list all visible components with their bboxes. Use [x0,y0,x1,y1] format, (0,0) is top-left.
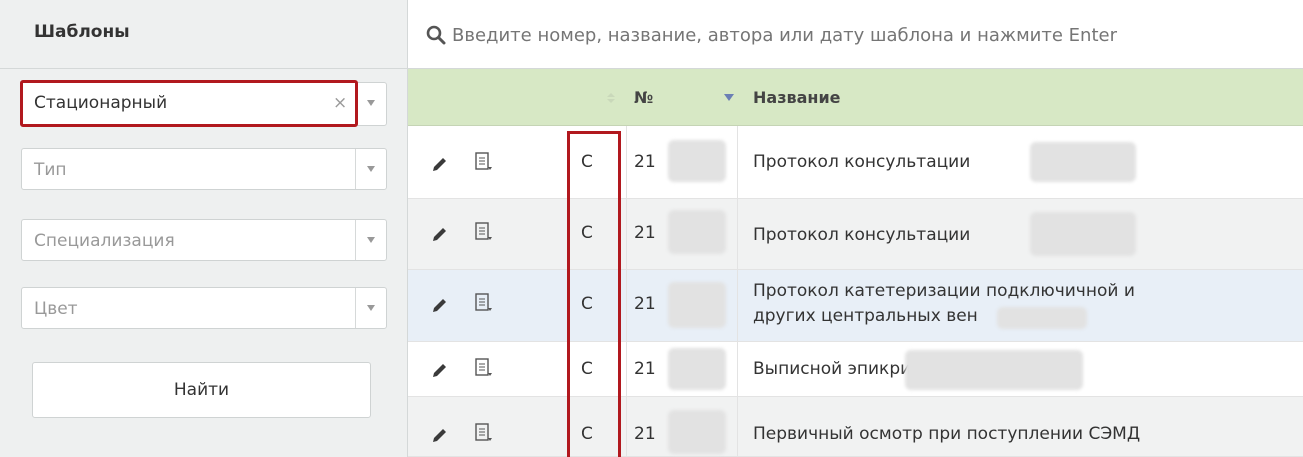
column-header-number[interactable]: № [634,88,653,107]
highlight-frame [567,131,621,457]
color-placeholder: Цвет [34,299,78,319]
specialization-select[interactable]: Специализация [21,219,387,261]
dropdown-arrow[interactable] [355,83,386,123]
row-name[interactable]: Выписной эпикриз [753,359,920,379]
find-button[interactable]: Найти [32,362,371,418]
sort-desc-icon[interactable] [724,94,734,102]
pencil-icon[interactable] [430,362,448,380]
redacted-block [668,410,726,454]
redacted-block [1030,142,1136,182]
search-icon [426,25,446,45]
redacted-block [668,140,726,182]
redacted-block [1030,212,1136,256]
pencil-icon[interactable] [430,297,448,315]
pencil-icon[interactable] [430,427,448,445]
document-icon[interactable] [475,423,493,443]
document-icon[interactable] [475,293,493,313]
column-header-name[interactable]: Название [753,88,841,107]
row-number: 21 [634,223,656,243]
redacted-block [668,282,726,328]
row-number: 21 [634,294,656,314]
pencil-icon[interactable] [430,226,448,244]
sort-icon[interactable] [607,93,615,103]
chevron-down-icon [367,237,375,243]
row-number: 21 [634,424,656,444]
row-name[interactable]: Протокол консультации [753,225,970,245]
redacted-block [668,348,726,390]
dropdown-arrow[interactable] [355,288,386,328]
pencil-icon[interactable] [430,156,448,174]
search-input[interactable] [452,18,1302,52]
row-name-line2[interactable]: других центральных вен [753,306,978,326]
sidebar-title: Шаблоны [34,22,130,42]
dropdown-arrow[interactable] [355,149,386,189]
row-name[interactable]: Первичный осмотр при поступлении СЭМД [753,424,1140,444]
dropdown-arrow[interactable] [355,220,386,260]
row-number: 21 [634,152,656,172]
color-select[interactable]: Цвет [21,287,387,329]
chevron-down-icon [367,100,375,106]
type-placeholder: Тип [34,160,67,180]
redacted-block [997,307,1087,329]
chevron-down-icon [367,305,375,311]
highlight-frame [20,80,358,127]
document-icon[interactable] [475,152,493,172]
redacted-block [905,350,1083,390]
redacted-block [668,210,726,254]
document-icon[interactable] [475,222,493,242]
sidebar-header: Шаблоны [0,0,407,69]
row-name[interactable]: Протокол консультации [753,152,970,172]
specialization-placeholder: Специализация [34,231,175,251]
type-select[interactable]: Тип [21,148,387,190]
row-name-line1[interactable]: Протокол катетеризации подключичной и [753,281,1135,301]
table-header [408,69,1303,126]
column-divider [626,126,627,457]
chevron-down-icon [367,166,375,172]
document-icon[interactable] [475,358,493,378]
column-divider [737,126,738,457]
row-number: 21 [634,359,656,379]
